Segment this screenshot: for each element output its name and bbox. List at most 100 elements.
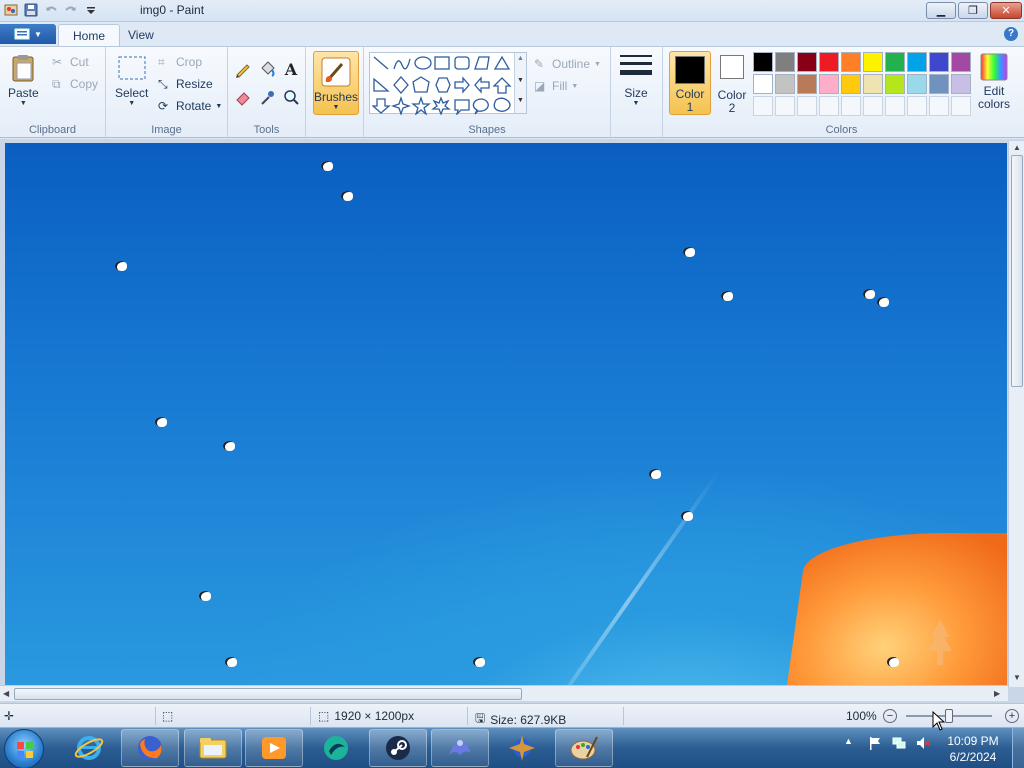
palette-swatch[interactable]	[775, 96, 795, 116]
minimize-button[interactable]: ▁	[926, 2, 956, 19]
paste-button[interactable]: Paste ▼	[8, 53, 39, 107]
undo-icon[interactable]	[44, 3, 58, 17]
palette-swatch[interactable]	[951, 96, 971, 116]
rotate-button[interactable]: ⟳ Rotate ▼	[158, 97, 222, 115]
palette-swatch[interactable]	[885, 96, 905, 116]
palette-swatch[interactable]	[907, 52, 927, 72]
taskbar-file-explorer[interactable]	[184, 729, 242, 767]
color1-button[interactable]: Color 1	[669, 51, 711, 115]
palette-swatch[interactable]	[885, 74, 905, 94]
palette-swatch[interactable]	[797, 52, 817, 72]
close-button[interactable]: ✕	[990, 2, 1022, 19]
maximize-button[interactable]: ❐	[958, 2, 988, 19]
palette-swatch[interactable]	[929, 74, 949, 94]
color2-button[interactable]: Color 2	[713, 55, 751, 115]
palette-swatch[interactable]	[863, 74, 883, 94]
magnifier-icon[interactable]	[281, 87, 301, 107]
crop-button[interactable]: ⌗ Crop	[158, 53, 202, 71]
palette-swatch[interactable]	[775, 52, 795, 72]
palette-swatch[interactable]	[775, 74, 795, 94]
edit-colors-button[interactable]: Edit colors	[975, 53, 1013, 111]
tools-group: A Tools	[228, 47, 306, 139]
zoom-slider-thumb[interactable]	[945, 709, 953, 723]
taskbar-steam[interactable]	[369, 729, 427, 767]
palette-swatch[interactable]	[863, 96, 883, 116]
action-center-flag-icon[interactable]	[868, 736, 882, 750]
save-icon[interactable]	[24, 3, 38, 17]
chevron-down-icon: ▼	[571, 82, 579, 90]
zoom-in-button[interactable]: +	[1005, 709, 1019, 723]
tab-home[interactable]: Home	[58, 24, 121, 46]
help-icon[interactable]: ?	[1004, 27, 1018, 41]
horizontal-scrollbar[interactable]: ◀ ▶	[0, 685, 1008, 701]
color2-swatch	[720, 55, 744, 79]
taskbar-media-player[interactable]	[245, 729, 303, 767]
vertical-scrollbar[interactable]: ▲ ▼	[1008, 141, 1024, 687]
scissors-icon: ✂	[52, 55, 63, 69]
palette-swatch[interactable]	[797, 74, 817, 94]
size-button[interactable]: Size ▼	[619, 53, 653, 107]
paint-app-icon[interactable]	[4, 3, 18, 17]
paint-menu-icon	[14, 28, 30, 40]
palette-swatch[interactable]	[841, 96, 861, 116]
show-hidden-icons-icon[interactable]: ▲	[844, 736, 858, 750]
volume-muted-icon[interactable]	[916, 736, 930, 750]
palette-swatch[interactable]	[753, 52, 773, 72]
horizontal-scroll-thumb[interactable]	[14, 688, 522, 700]
palette-swatch[interactable]	[907, 96, 927, 116]
palette-swatch[interactable]	[907, 74, 927, 94]
palette-swatch[interactable]	[951, 74, 971, 94]
select-button[interactable]: Select ▼	[115, 53, 148, 107]
taskbar-internet-explorer[interactable]	[60, 729, 118, 767]
scroll-up-icon[interactable]: ▲	[1013, 143, 1021, 152]
text-tool-icon[interactable]: A	[281, 59, 301, 79]
palette-swatch[interactable]	[929, 52, 949, 72]
scroll-down-icon[interactable]: ▼	[1013, 673, 1021, 682]
pencil-icon[interactable]	[233, 59, 253, 79]
brushes-button[interactable]: Brushes ▼	[313, 51, 359, 115]
shapes-scroll[interactable]: ▲ ▼ ▼	[514, 53, 526, 113]
taskbar-paint[interactable]	[555, 729, 613, 767]
paint-menu-button[interactable]: ▼	[0, 24, 56, 44]
palette-swatch[interactable]	[819, 96, 839, 116]
start-button[interactable]	[4, 729, 44, 768]
palette-swatch[interactable]	[753, 74, 773, 94]
system-clock[interactable]: 10:09 PM 6/2/2024	[940, 733, 1006, 765]
palette-swatch[interactable]	[797, 96, 817, 116]
taskbar-app-2[interactable]	[431, 729, 489, 767]
color-wheel-icon	[980, 53, 1008, 81]
taskbar-app-3[interactable]	[493, 729, 551, 767]
vertical-scroll-thumb[interactable]	[1011, 155, 1023, 387]
palette-swatch[interactable]	[951, 52, 971, 72]
palette-swatch[interactable]	[753, 96, 773, 116]
eraser-icon[interactable]	[233, 87, 253, 107]
palette-swatch[interactable]	[863, 52, 883, 72]
color-picker-icon[interactable]	[257, 87, 277, 107]
scroll-left-icon[interactable]: ◀	[3, 689, 9, 698]
drawing-canvas[interactable]	[5, 143, 1007, 685]
palette-swatch[interactable]	[841, 52, 861, 72]
fill-bucket-icon[interactable]	[257, 59, 277, 79]
network-icon[interactable]	[892, 736, 906, 750]
taskbar-firefox[interactable]	[121, 729, 179, 767]
fill-button[interactable]: ◪ Fill ▼	[534, 77, 578, 95]
customize-qat-icon[interactable]	[84, 3, 98, 17]
palette-swatch[interactable]	[929, 96, 949, 116]
scroll-right-icon[interactable]: ▶	[994, 689, 1000, 698]
zoom-out-button[interactable]: −	[883, 709, 897, 723]
taskbar-app[interactable]	[307, 729, 365, 767]
sheep-sprite	[473, 657, 485, 667]
palette-swatch[interactable]	[819, 52, 839, 72]
chevron-down-icon: ▼	[19, 100, 27, 107]
palette-swatch[interactable]	[841, 74, 861, 94]
redo-icon[interactable]	[64, 3, 78, 17]
outline-button[interactable]: ✎ Outline ▼	[534, 55, 601, 73]
show-desktop-button[interactable]	[1012, 728, 1024, 768]
copy-button[interactable]: ⧉ Copy	[52, 75, 98, 93]
expand-gallery-icon: ▼	[517, 97, 524, 104]
cut-button[interactable]: ✂ Cut	[52, 53, 89, 71]
palette-swatch[interactable]	[819, 74, 839, 94]
tab-view[interactable]: View	[114, 24, 168, 46]
palette-swatch[interactable]	[885, 52, 905, 72]
resize-button[interactable]: ⤡ Resize	[158, 75, 213, 93]
